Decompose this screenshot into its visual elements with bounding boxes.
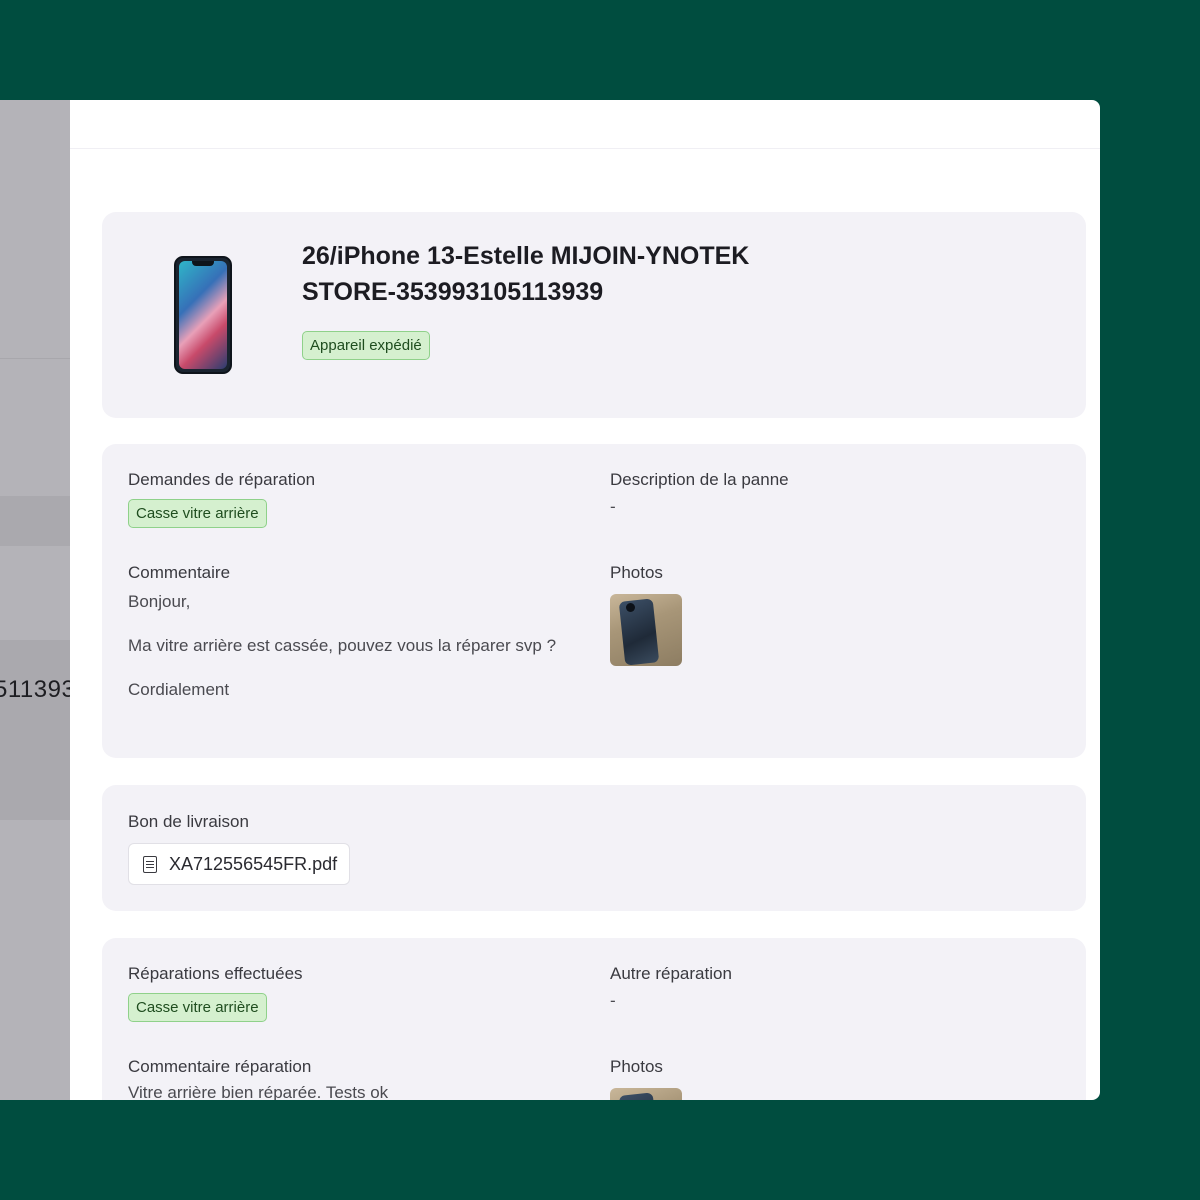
description-label: Description de la panne — [610, 470, 789, 489]
background-list: 511393 — [0, 100, 72, 1100]
status-badge: Appareil expédié — [302, 331, 430, 360]
phone-notch — [192, 261, 214, 266]
comment-line: Cordialement — [128, 680, 230, 699]
repair-comment-value: Vitre arrière bien réparée. Tests ok — [128, 1083, 389, 1100]
iphone-image — [174, 256, 232, 374]
device-title: 26/iPhone 13-Estelle MIJOIN-YNOTEK STORE… — [302, 238, 862, 310]
file-icon — [143, 855, 157, 873]
repair-badge: Casse vitre arrière — [128, 993, 267, 1022]
photos-label: Photos — [610, 563, 663, 582]
request-badge: Casse vitre arrière — [128, 499, 267, 528]
delivery-note-label: Bon de livraison — [128, 812, 249, 831]
damage-photo-thumbnail[interactable] — [610, 594, 682, 666]
panel-header: ⋮ — [70, 100, 1100, 149]
description-value: - — [610, 497, 616, 516]
other-repair-value: - — [610, 991, 616, 1010]
device-title-line2: STORE-353993105113939 — [302, 278, 604, 306]
delivery-note-file-button[interactable]: XA712556545FR.pdf — [128, 843, 351, 885]
repair-photo-thumbnail[interactable] — [610, 1088, 682, 1100]
comment-label: Commentaire — [128, 563, 231, 582]
comment-line: Ma vitre arrière est cassée, pouvez vous… — [128, 636, 557, 655]
repair-comment-label: Commentaire réparation — [128, 1057, 312, 1076]
other-repair-label: Autre réparation — [610, 964, 732, 983]
background-row — [0, 496, 72, 546]
comment-line: Bonjour, — [128, 592, 191, 611]
delivery-note-filename: XA712556545FR.pdf — [169, 853, 338, 874]
repair-photos-label: Photos — [610, 1057, 663, 1076]
device-card: 26/iPhone 13-Estelle MIJOIN-YNOTEK STORE… — [102, 212, 1086, 418]
repairs-done-label: Réparations effectuées — [128, 964, 303, 983]
divider — [0, 358, 72, 359]
close-icon[interactable]: ⋮ — [1094, 102, 1100, 120]
camera-icon — [626, 603, 635, 612]
background-imei-text: 511393 — [0, 676, 72, 703]
repair-request-card: Demandes de réparation Casse vitre arriè… — [102, 444, 1086, 758]
device-detail-panel: ⋮ 26/iPhone 13-Estelle MIJOIN-YNOTEK STO… — [70, 100, 1100, 1100]
repairs-done-card: Réparations effectuées Casse vitre arriè… — [102, 938, 1086, 1100]
requests-label: Demandes de réparation — [128, 470, 316, 489]
background-row-selected — [0, 640, 72, 820]
delivery-note-card: Bon de livraison XA712556545FR.pdf — [102, 785, 1086, 911]
device-title-line1: 26/iPhone 13-Estelle MIJOIN-YNOTEK — [302, 242, 750, 270]
phone-screen — [179, 261, 227, 369]
